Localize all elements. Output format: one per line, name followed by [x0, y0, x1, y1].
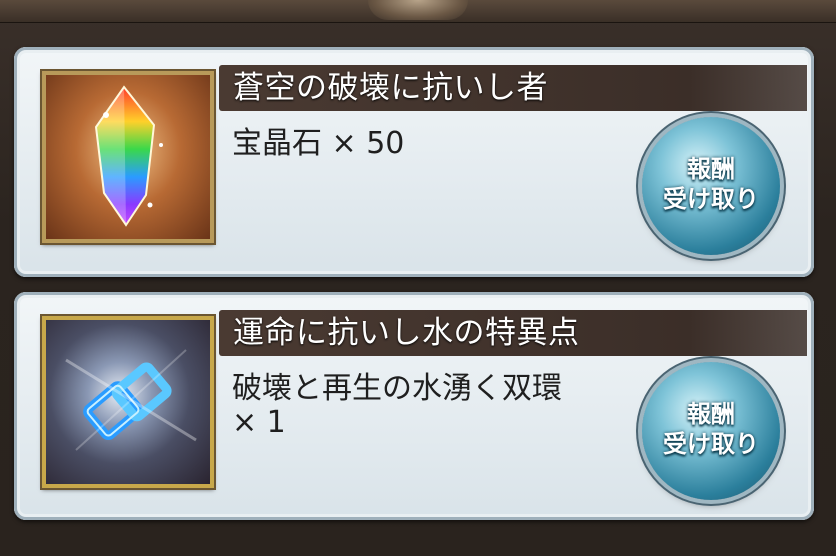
claim-reward-button[interactable]: 報酬 受け取り: [642, 362, 780, 500]
reward-title-bar: 運命に抗いし水の特異点: [219, 310, 807, 356]
claim-reward-button[interactable]: 報酬 受け取り: [642, 117, 780, 255]
reward-card: 蒼空の破壊に抗いし者 宝晶石 × 50 報酬 受け取り: [14, 47, 814, 277]
claim-button-label-1: 報酬: [687, 400, 735, 428]
reward-item-text: 宝晶石 × 50: [232, 127, 622, 161]
top-ornament: [0, 0, 836, 23]
reward-title: 運命に抗いし水の特異点: [233, 315, 580, 351]
claim-button-label-2: 受け取り: [663, 430, 759, 458]
rainbow-crystal-icon: [42, 71, 214, 243]
reward-card: 運命に抗いし水の特異点 破壊と再生の水湧く双環 × 1 報酬 受け取り: [14, 292, 814, 520]
claim-button-label-1: 報酬: [687, 155, 735, 183]
ornament-emblem: [368, 0, 468, 20]
claim-button-label-2: 受け取り: [663, 185, 759, 213]
reward-title: 蒼空の破壊に抗いし者: [233, 70, 548, 106]
reward-item-text: 破壊と再生の水湧く双環 × 1: [232, 372, 622, 440]
reward-item-quantity: × 1: [232, 405, 286, 440]
reward-item-name: 破壊と再生の水湧く双環: [232, 371, 562, 406]
water-twin-rings-icon: [42, 316, 214, 488]
reward-panel: 蒼空の破壊に抗いし者 宝晶石 × 50 報酬 受け取り 運命に抗いし水の特異点: [0, 0, 836, 556]
reward-item-name: 宝晶石 × 50: [232, 126, 405, 161]
reward-title-bar: 蒼空の破壊に抗いし者: [219, 65, 807, 111]
